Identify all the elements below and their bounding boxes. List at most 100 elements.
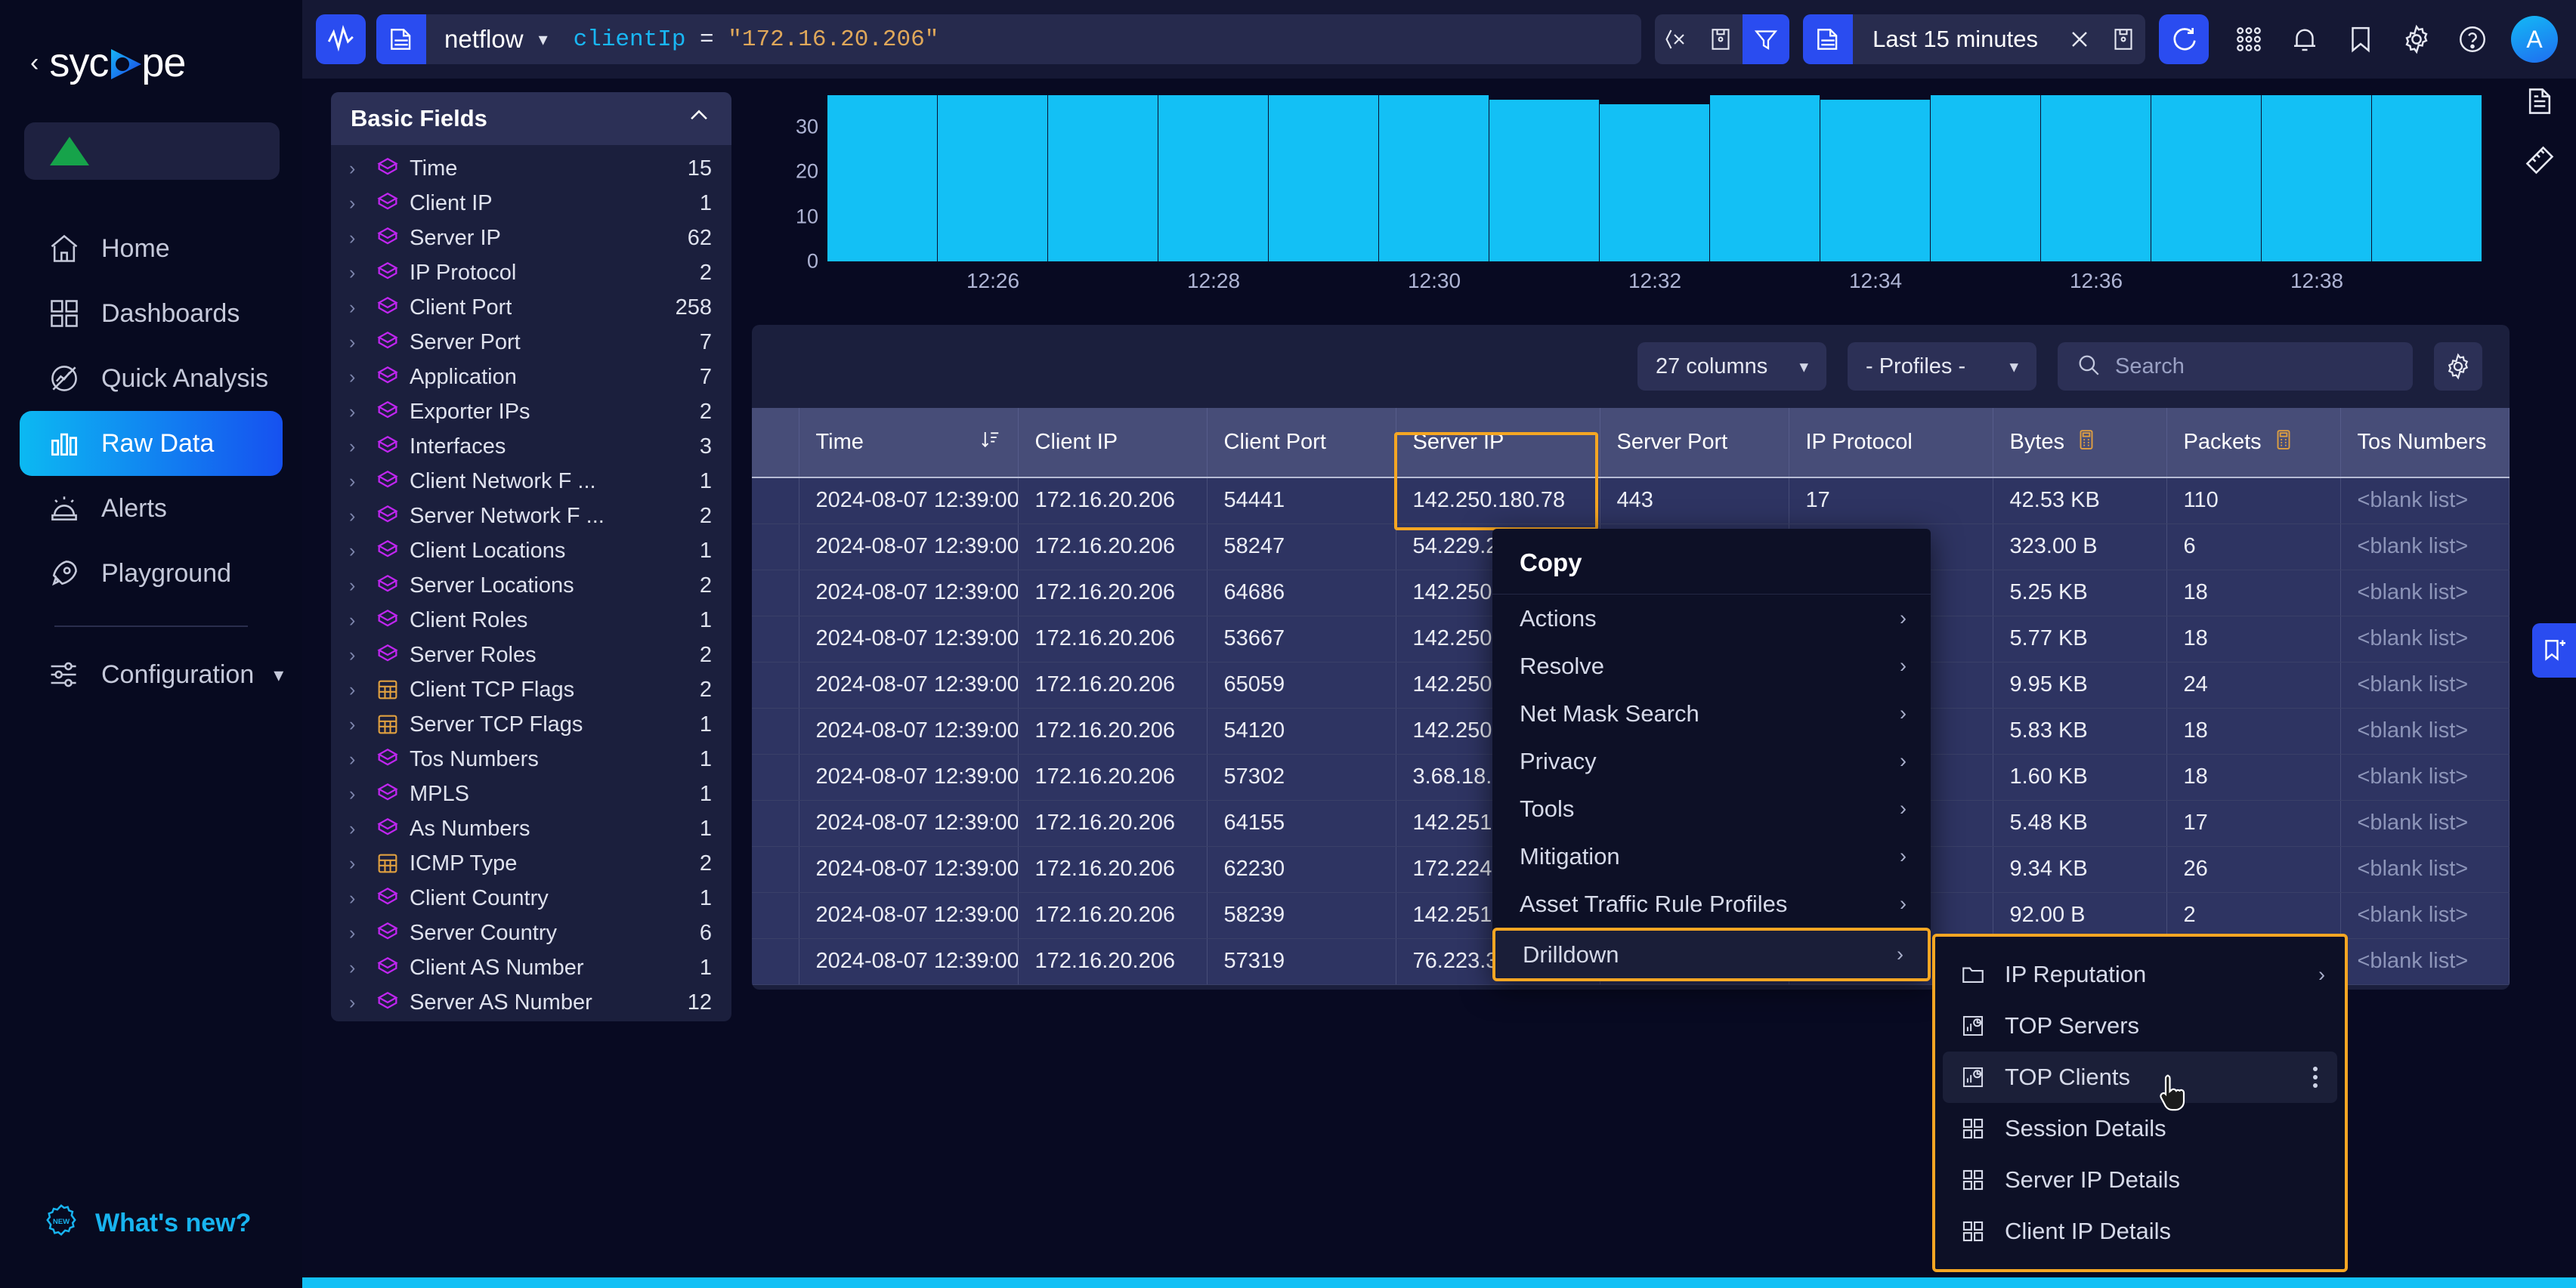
query-bar[interactable]: netflow ▾ clientIp = "172.16.20.206" (376, 14, 1642, 64)
field-row[interactable]: › Client Port 258 (331, 290, 731, 325)
chevron-right-icon[interactable]: › (349, 193, 375, 215)
table-cell-bytes[interactable]: 5.77 KB (1993, 616, 2167, 663)
table-cell-ipp[interactable]: 17 (1789, 477, 1993, 524)
table-cell-cip[interactable]: 172.16.20.206 (1018, 846, 1208, 893)
table-cell-time[interactable]: 2024-08-07 12:39:00 (799, 524, 1019, 570)
field-row[interactable]: › Tos Numbers 1 (331, 742, 731, 777)
report-icon[interactable] (2522, 83, 2558, 119)
drilldown-item[interactable]: IP Reputation › (1935, 949, 2345, 1000)
sidebar-item-home[interactable]: Home (20, 216, 283, 281)
table-cell-sel[interactable] (752, 477, 799, 524)
table-cell-cip[interactable]: 172.16.20.206 (1018, 662, 1208, 709)
avatar[interactable]: A (2511, 16, 2558, 63)
chevron-right-icon[interactable]: › (349, 888, 375, 910)
field-row[interactable]: › Client IP 1 (331, 186, 731, 221)
query-expression[interactable]: clientIp = "172.16.20.206" (574, 26, 939, 53)
table-cell-time[interactable]: 2024-08-07 12:39:00 (799, 708, 1019, 755)
table-cell-time[interactable]: 2024-08-07 12:39:00 (799, 846, 1019, 893)
table-header-sel[interactable] (752, 408, 799, 478)
drilldown-item[interactable]: Server IP Details (1935, 1154, 2345, 1206)
field-row[interactable]: › ICMP Type 2 (331, 846, 731, 881)
field-row[interactable]: › Server Locations 2 (331, 568, 731, 603)
chart-bar[interactable] (1820, 99, 1931, 261)
chart-bar[interactable] (1489, 99, 1600, 261)
table-cell-cport[interactable]: 64155 (1207, 800, 1396, 847)
table-cell-bytes[interactable]: 92.00 B (1993, 892, 2167, 939)
chart-bar[interactable] (2372, 94, 2482, 261)
table-cell-cip[interactable]: 172.16.20.206 (1018, 616, 1208, 663)
field-row[interactable]: › Server IP 62 (331, 221, 731, 255)
gear-icon[interactable] (2399, 22, 2434, 57)
table-header-pkts[interactable]: Packets (2166, 408, 2341, 478)
chevron-right-icon[interactable]: › (349, 158, 375, 180)
chevron-left-icon[interactable]: ‹ (30, 50, 39, 76)
chart-bar[interactable] (1048, 94, 1158, 261)
table-cell-sel[interactable] (752, 938, 799, 985)
refresh-icon[interactable] (2159, 14, 2209, 64)
field-row[interactable]: › Client AS Number 1 (331, 950, 731, 985)
chevron-up-icon[interactable] (686, 103, 712, 134)
help-icon[interactable] (2455, 22, 2490, 57)
chevron-right-icon[interactable]: › (349, 297, 375, 319)
table-header-sip[interactable]: Server IP (1396, 408, 1600, 478)
field-row[interactable]: › Server Country 6 (331, 916, 731, 950)
table-header-bytes[interactable]: Bytes (1993, 408, 2167, 478)
chevron-right-icon[interactable]: › (349, 783, 375, 805)
chart-bar[interactable] (1931, 94, 2041, 261)
field-row[interactable]: › Server TCP Flags 1 (331, 707, 731, 742)
chart-bar[interactable] (2262, 94, 2372, 261)
status-indicator-box[interactable] (24, 122, 280, 180)
table-cell-bytes[interactable]: 9.95 KB (1993, 662, 2167, 709)
table-cell-bytes[interactable]: 1.60 KB (1993, 754, 2167, 801)
table-cell-bytes[interactable]: 9.34 KB (1993, 846, 2167, 893)
activity-wave-icon[interactable] (316, 14, 366, 64)
field-row[interactable]: › MPLS 1 (331, 777, 731, 811)
field-row[interactable]: › Server Network F ... 2 (331, 499, 731, 533)
chart-bar[interactable] (2041, 94, 2151, 261)
chart-plot-area[interactable] (827, 82, 2482, 261)
table-cell-cport[interactable]: 58239 (1207, 892, 1396, 939)
table-cell-cport[interactable]: 54441 (1207, 477, 1396, 524)
table-cell-sel[interactable] (752, 570, 799, 616)
apps-grid-icon[interactable] (2231, 22, 2266, 57)
chart-bar[interactable] (1600, 103, 1710, 261)
chart-bar[interactable] (1379, 94, 1489, 261)
table-cell-sel[interactable] (752, 662, 799, 709)
profiles-selector[interactable]: - Profiles - ▾ (1848, 342, 2036, 391)
table-header-cip[interactable]: Client IP (1018, 408, 1208, 478)
ruler-icon[interactable] (2522, 142, 2558, 178)
table-cell-cport[interactable]: 54120 (1207, 708, 1396, 755)
field-row[interactable]: › Client TCP Flags 2 (331, 672, 731, 707)
columns-selector[interactable]: 27 columns ▾ (1637, 342, 1826, 391)
chevron-right-icon[interactable]: › (349, 575, 375, 597)
chevron-right-icon[interactable]: › (349, 714, 375, 736)
sidebar-item-alerts[interactable]: Alerts (20, 476, 283, 541)
chevron-right-icon[interactable]: › (349, 957, 375, 979)
table-cell-time[interactable]: 2024-08-07 12:39:00 (799, 662, 1019, 709)
field-row[interactable]: › Client Country 1 (331, 881, 731, 916)
table-cell-cip[interactable]: 172.16.20.206 (1018, 524, 1208, 570)
chevron-right-icon[interactable]: › (349, 992, 375, 1014)
field-row[interactable]: › As Numbers 1 (331, 811, 731, 846)
table-cell-tos[interactable]: <blank list> (2340, 892, 2510, 939)
table-cell-time[interactable]: 2024-08-07 12:39:00 (799, 938, 1019, 985)
sidebar-item-dashboards[interactable]: Dashboards (20, 281, 283, 346)
context-menu-item[interactable]: Privacy › (1492, 737, 1931, 785)
sidebar-item-configuration[interactable]: Configuration ▾ (20, 642, 283, 707)
table-cell-bytes[interactable]: 323.00 B (1993, 524, 2167, 570)
field-row[interactable]: › Client Locations 1 (331, 533, 731, 568)
table-cell-tos[interactable]: <blank list> (2340, 477, 2510, 524)
table-cell-pkts[interactable]: 18 (2166, 570, 2341, 616)
table-cell-time[interactable]: 2024-08-07 12:39:00 (799, 570, 1019, 616)
chart-bar[interactable] (1710, 94, 1820, 261)
table-header-tos[interactable]: Tos Numbers (2340, 408, 2510, 478)
field-row[interactable]: › IP Protocol 2 (331, 255, 731, 290)
time-range-label[interactable]: Last 15 minutes (1853, 26, 2058, 53)
drilldown-item[interactable]: TOP Clients (1943, 1052, 2337, 1103)
table-cell-sel[interactable] (752, 846, 799, 893)
context-menu-item[interactable]: Tools › (1492, 785, 1931, 832)
chart-bar[interactable] (1158, 94, 1269, 261)
table-cell-tos[interactable]: <blank list> (2340, 708, 2510, 755)
table-cell-pkts[interactable]: 18 (2166, 754, 2341, 801)
table-cell-cport[interactable]: 57302 (1207, 754, 1396, 801)
